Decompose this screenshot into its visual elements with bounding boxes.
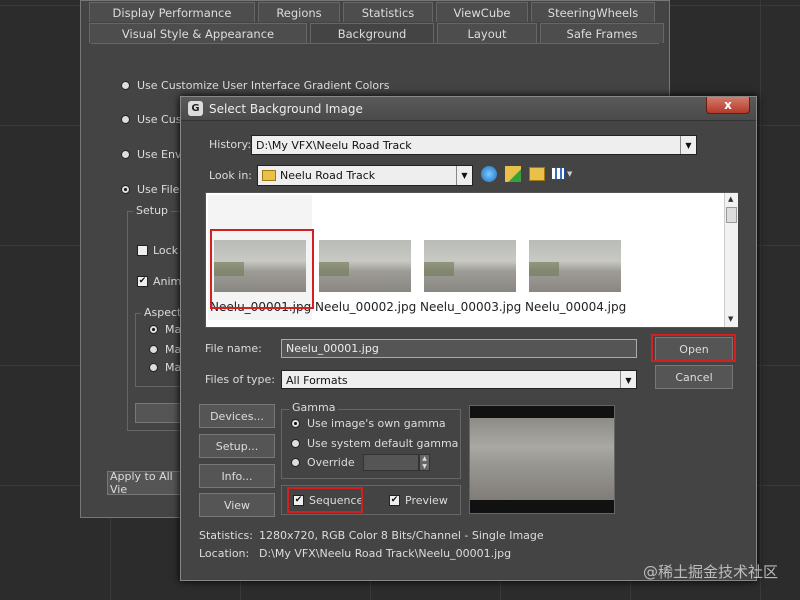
aspect-option-label: Ma — [165, 343, 182, 356]
filename-input[interactable]: Neelu_00001.jpg — [281, 339, 637, 358]
apply-to-all-views-button[interactable]: Apply to All Vie — [107, 470, 183, 496]
thumbnail — [529, 240, 621, 292]
file-item[interactable]: Neelu_00004.jpg — [525, 238, 627, 314]
preview-label: Preview — [405, 494, 448, 507]
filename-label: File name: — [205, 342, 262, 355]
gamma-override-radio[interactable] — [291, 458, 300, 467]
highlight-box — [210, 229, 314, 309]
watermark: @稀土掘金技术社区 — [642, 563, 778, 581]
scroll-down-icon[interactable]: ▼ — [728, 315, 733, 323]
lookin-value: Neelu Road Track — [280, 169, 376, 182]
cancel-button[interactable]: Cancel — [655, 365, 733, 389]
tab-steeringwheels[interactable]: SteeringWheels — [531, 2, 655, 22]
radio-environment[interactable] — [121, 150, 130, 159]
devices-button[interactable]: Devices... — [199, 404, 275, 428]
file-item[interactable]: Neelu_00002.jpg — [315, 238, 417, 314]
gamma-option-label: Override — [307, 456, 355, 469]
tab-row-2: Visual Style & Appearance Background Lay… — [89, 23, 664, 43]
statistics-label: Statistics: — [199, 529, 253, 542]
option-label: Use Customize User Interface Gradient Co… — [137, 79, 390, 92]
tab-visual-style[interactable]: Visual Style & Appearance — [89, 23, 307, 43]
option-label: Use Envi — [137, 148, 185, 161]
chevron-down-icon[interactable]: ▼ — [567, 170, 572, 178]
file-name: Neelu_00004.jpg — [525, 300, 627, 314]
filetype-combo[interactable]: All Formats ▼ — [281, 370, 637, 389]
preview-image — [470, 418, 614, 500]
tab-divider — [91, 43, 659, 44]
gamma-own-radio[interactable] — [291, 419, 300, 428]
close-button[interactable]: x — [706, 97, 750, 114]
aspect-radio-3[interactable] — [149, 363, 158, 372]
lock-checkbox[interactable] — [137, 245, 148, 256]
radio-use-files[interactable] — [121, 185, 130, 194]
tab-safe-frames[interactable]: Safe Frames — [540, 23, 664, 43]
back-icon[interactable] — [481, 166, 497, 182]
scroll-up-icon[interactable]: ▲ — [728, 195, 733, 203]
statistics-value: 1280x720, RGB Color 8 Bits/Channel - Sin… — [259, 529, 544, 542]
chevron-down-icon[interactable]: ▼ — [456, 166, 472, 185]
option-label: Use Files — [137, 183, 186, 196]
filetype-label: Files of type: — [205, 373, 276, 386]
animate-checkbox[interactable]: ✔ — [137, 276, 148, 287]
history-combo[interactable]: D:\My VFX\Neelu Road Track ▼ — [251, 135, 697, 155]
select-background-image-dialog: G Select Background Image x History: D:\… — [180, 96, 757, 581]
lock-label: Lock — [153, 244, 179, 257]
aspect-group-title: Aspect — [141, 306, 185, 319]
highlight-box — [651, 334, 736, 362]
image-preview — [469, 405, 615, 514]
spinner-icon[interactable]: ▲ ▼ — [419, 454, 430, 471]
filetype-value: All Formats — [286, 374, 348, 387]
history-label: History: — [209, 138, 252, 151]
setup-group-title: Setup — [133, 204, 172, 217]
files-button[interactable] — [135, 403, 185, 423]
file-name: Neelu_00002.jpg — [315, 300, 417, 314]
thumbnail — [319, 240, 411, 292]
view-button[interactable]: View — [199, 493, 275, 517]
location-label: Location: — [199, 547, 250, 560]
scroll-thumb[interactable] — [726, 207, 737, 223]
radio-custom[interactable] — [121, 115, 130, 124]
tab-viewcube[interactable]: ViewCube — [436, 2, 528, 22]
chevron-down-icon[interactable]: ▼ — [620, 371, 636, 388]
gamma-option-label: Use system default gamma — [307, 437, 459, 450]
tab-background[interactable]: Background — [310, 23, 434, 43]
tab-statistics[interactable]: Statistics — [343, 2, 433, 22]
lookin-combo[interactable]: Neelu Road Track ▼ — [257, 165, 473, 186]
file-item[interactable]: Neelu_00003.jpg — [420, 238, 522, 314]
thumbnail — [424, 240, 516, 292]
location-value: D:\My VFX\Neelu Road Track\Neelu_00001.j… — [259, 547, 512, 560]
title-bar: G Select Background Image x — [181, 97, 756, 121]
highlight-box — [287, 487, 363, 513]
info-button[interactable]: Info... — [199, 464, 275, 488]
aspect-radio-1[interactable] — [149, 325, 158, 334]
aspect-option-label: Ma — [165, 361, 182, 374]
view-menu-icon[interactable] — [551, 167, 565, 180]
lookin-label: Look in: — [209, 169, 252, 182]
radio-gradient-colors[interactable] — [121, 81, 130, 90]
tab-row-1: Display Performance Regions Statistics V… — [89, 2, 655, 22]
file-name: Neelu_00003.jpg — [420, 300, 522, 314]
app-logo-icon: G — [188, 101, 203, 116]
gamma-system-radio[interactable] — [291, 439, 300, 448]
aspect-option-label: Ma — [165, 323, 182, 336]
file-list[interactable]: Neelu_00001.jpg Neelu_00002.jpg Neelu_00… — [205, 192, 738, 328]
aspect-radio-2[interactable] — [149, 345, 158, 354]
gamma-option-label: Use image's own gamma — [307, 417, 446, 430]
tab-display-performance[interactable]: Display Performance — [89, 2, 255, 22]
up-folder-icon[interactable] — [505, 166, 521, 182]
preview-checkbox[interactable]: ✔ — [389, 495, 400, 506]
tab-layout[interactable]: Layout — [437, 23, 537, 43]
tab-regions[interactable]: Regions — [258, 2, 340, 22]
gamma-group-title: Gamma — [289, 401, 339, 414]
dialog-title: Select Background Image — [209, 102, 363, 116]
override-value-input[interactable] — [363, 454, 419, 471]
folder-icon — [262, 170, 276, 181]
history-value: D:\My VFX\Neelu Road Track — [256, 139, 412, 152]
setup-button[interactable]: Setup... — [199, 434, 275, 458]
file-list-scrollbar[interactable]: ▲ ▼ — [724, 193, 738, 327]
chevron-down-icon[interactable]: ▼ — [680, 136, 696, 154]
option-label: Use Cust — [137, 113, 186, 126]
new-folder-icon[interactable] — [529, 167, 545, 181]
